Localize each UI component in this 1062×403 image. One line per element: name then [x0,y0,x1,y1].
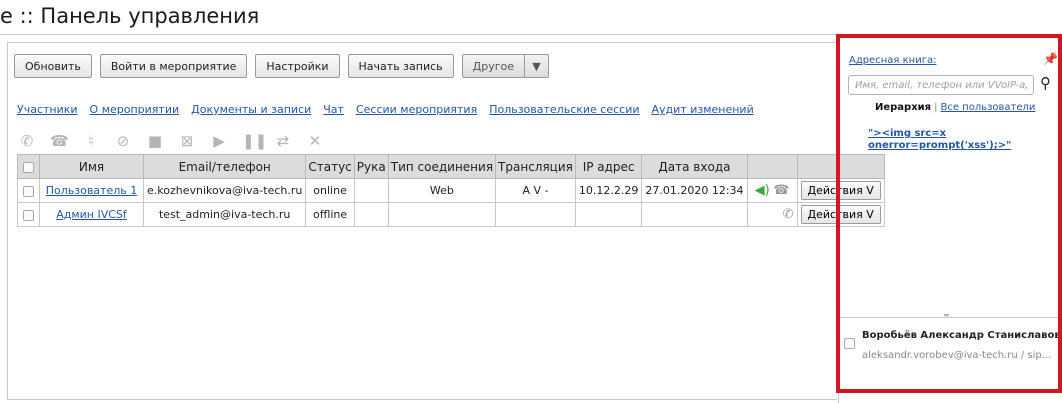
cell-hand [353,178,389,203]
phone-add-icon[interactable]: ✆ [18,132,36,150]
tree-item[interactable]: "><img src=x onerror=prompt('xss');>" [868,128,1038,152]
tab-user-sessions[interactable]: Пользовательские сессии [489,103,639,116]
phone-hangup-icon[interactable]: ☎ [50,132,69,150]
play-icon[interactable]: ▶ [210,132,228,150]
settings-button[interactable]: Настройки [255,54,340,78]
user-link[interactable]: Пользователь 1 [46,184,138,197]
cell-connection [387,202,497,227]
column-connection[interactable]: Тип соединения [387,154,497,179]
page-title: е :: Панель управления [0,4,260,28]
select-all-checkbox[interactable] [17,154,40,179]
search-icon[interactable]: ⚲ [1040,74,1051,92]
microphone-off-icon[interactable]: ⊘ [114,132,132,150]
chevron-down-icon[interactable]: ▼ [525,54,550,78]
cell-ip: 10.12.2.29 [574,178,643,203]
column-broadcast[interactable]: Трансляция [495,154,576,179]
column-ip[interactable]: IP адрес [574,154,643,179]
cell-connection: Web [387,178,497,203]
other-dropdown: Другое ▼ [461,54,550,78]
start-recording-button[interactable]: Начать запись [347,54,454,78]
cell-broadcast: A V - [495,178,576,203]
panel-splitter[interactable] [840,317,1058,318]
contact-name: Воробьёв Александр Станиславов... [862,330,1058,341]
contact-detail: aleksandr.vorobev@iva-tech.ru / sip... [862,350,1052,361]
cell-email: test_admin@iva-tech.ru [142,202,307,227]
participants-table: Имя Email/телефон Статус Рука Тип соедин… [17,154,885,227]
enter-event-button[interactable]: Войти в мероприятие [99,54,248,78]
microphone-icon[interactable]: ♮ [82,132,100,150]
tab-bar: Участники О мероприятии Документы и запи… [17,103,754,116]
column-hand[interactable]: Рука [353,154,389,179]
row-checkbox[interactable] [17,202,40,227]
contact-list-item[interactable]: Воробьёв Александр Станиславов... aleksa… [840,320,1058,388]
cell-status: offline [305,202,355,227]
cell-ip [574,202,643,227]
tab-chat[interactable]: Чат [323,103,344,116]
tab-participants[interactable]: Участники [17,103,78,116]
video-off-icon[interactable]: ⊠ [178,132,196,150]
table-header-row: Имя Email/телефон Статус Рука Тип соедин… [17,154,885,179]
splitter-grip-icon[interactable]: ═ [944,311,949,320]
column-date[interactable]: Дата входа [641,154,748,179]
cell-date [641,202,748,227]
column-icons [746,154,798,179]
column-status[interactable]: Статус [305,154,355,179]
tab-documents[interactable]: Документы и записи [191,103,311,116]
address-book-link[interactable]: Адресная книга: [849,55,936,66]
table-row: Пользователь 1 e.kozhevnikova@iva-tech.r… [17,178,885,203]
row-checkbox[interactable] [17,178,40,203]
cell-date: 27.01.2020 12:34 [641,178,748,203]
phone-call-icon[interactable]: ✆ [783,207,794,222]
hierarchy-tab[interactable]: Иерархия [875,102,931,113]
pause-icon[interactable]: ❚❚ [242,132,267,150]
other-button[interactable]: Другое [461,54,526,78]
tab-audit[interactable]: Аудит изменений [652,103,754,116]
transfer-user-icon[interactable]: ⇄ [274,132,292,150]
close-icon[interactable]: ✕ [306,132,324,150]
cell-email: e.kozhevnikova@iva-tech.ru [142,178,307,203]
tab-event-sessions[interactable]: Сессии мероприятия [356,103,477,116]
pin-icon[interactable]: 📌 [1043,52,1058,66]
table-row: Админ IVCSf test_admin@iva-tech.ru offli… [17,202,885,227]
tab-about-event[interactable]: О мероприятии [90,103,180,116]
column-name[interactable]: Имя [39,154,144,179]
view-switch: Иерархия | Все пользователи [875,102,1035,113]
cell-broadcast [495,202,576,227]
column-email[interactable]: Email/телефон [142,154,307,179]
speaker-icon[interactable]: ◀) [755,183,770,198]
participant-actions-bar: ✆ ☎ ♮ ⊘ ■ ⊠ ▶ ❚❚ ⇄ ✕ [18,132,324,150]
all-users-tab[interactable]: Все пользователи [940,102,1035,113]
address-book-search-input[interactable] [848,75,1034,95]
cell-hand [353,202,389,227]
video-icon[interactable]: ■ [146,132,164,150]
user-link[interactable]: Админ IVCSf [56,208,127,221]
toolbar: Обновить Войти в мероприятие Настройки Н… [14,54,550,78]
cell-status: online [305,178,355,203]
refresh-button[interactable]: Обновить [14,54,92,78]
view-separator: | [934,102,938,113]
contact-checkbox[interactable] [844,338,855,349]
phone-hangup-icon[interactable]: ☎ [773,183,789,198]
